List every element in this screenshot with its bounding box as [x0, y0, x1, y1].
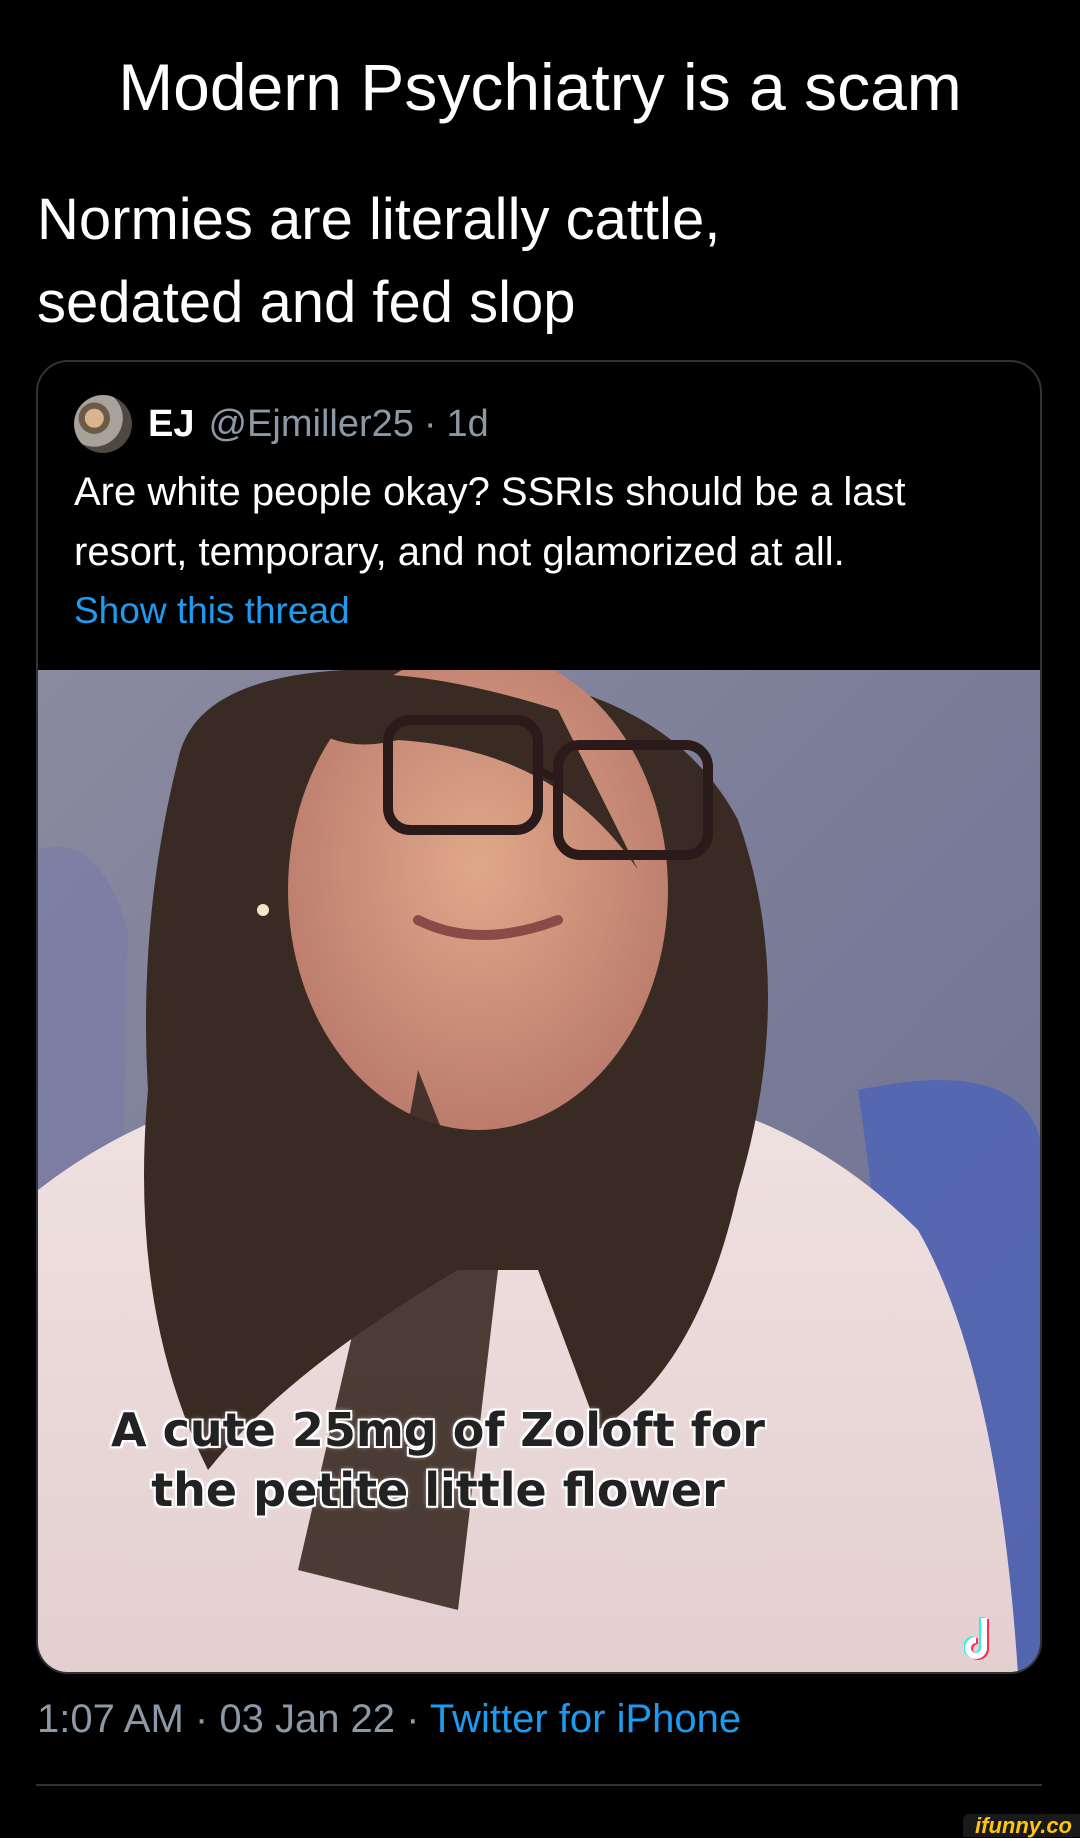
quoted-handle[interactable]: @Ejmiller25: [208, 403, 413, 446]
video-caption-line-1: A cute 25mg of Zoloft for: [111, 1403, 765, 1457]
quoted-media-video[interactable]: A cute 25mg of Zoloft for the petite lit…: [38, 670, 1040, 1672]
tiktok-logo-icon: [964, 1617, 989, 1660]
divider: [36, 1784, 1042, 1786]
separator-dot: ·: [406, 1697, 420, 1741]
quoted-display-name[interactable]: EJ: [148, 403, 194, 446]
avatar[interactable]: [74, 395, 132, 453]
tweet-text-line-1: Normies are literally cattle,: [37, 187, 721, 252]
quoted-tweet-card[interactable]: EJ @Ejmiller25 · 1d Are white people oka…: [36, 360, 1042, 1674]
separator-dot: ·: [194, 1697, 209, 1741]
quoted-tweet-header: EJ @Ejmiller25 · 1d: [74, 394, 489, 454]
ifunny-watermark: ifunny.co: [963, 1814, 1080, 1837]
tweet-time[interactable]: 1:07 AM: [37, 1697, 184, 1741]
quoted-text-line-1: Are white people okay? SSRIs should be a…: [74, 470, 906, 514]
quoted-text-line-2: resort, temporary, and not glamorized at…: [74, 530, 845, 574]
tweet-source-link[interactable]: Twitter for iPhone: [430, 1697, 741, 1741]
video-frame-illustration: [38, 670, 1040, 1672]
tweet-meta: 1:07 AM · 03 Jan 22 · Twitter for iPhone: [37, 1697, 741, 1742]
meme-title: Modern Psychiatry is a scam: [118, 50, 962, 124]
quoted-tweet-text: Are white people okay? SSRIs should be a…: [74, 462, 1034, 582]
tweet-text-line-2: sedated and fed slop: [37, 270, 576, 335]
tweet-date[interactable]: 03 Jan 22: [219, 1697, 395, 1741]
tweet-text: Normies are literally cattle, sedated an…: [37, 178, 1037, 344]
video-caption-overlay: A cute 25mg of Zoloft for the petite lit…: [38, 1400, 838, 1520]
quoted-timestamp[interactable]: 1d: [447, 403, 489, 446]
show-thread-link[interactable]: Show this thread: [74, 590, 350, 632]
video-caption-line-2: the petite little flower: [151, 1463, 725, 1517]
separator-dot: ·: [423, 402, 437, 445]
